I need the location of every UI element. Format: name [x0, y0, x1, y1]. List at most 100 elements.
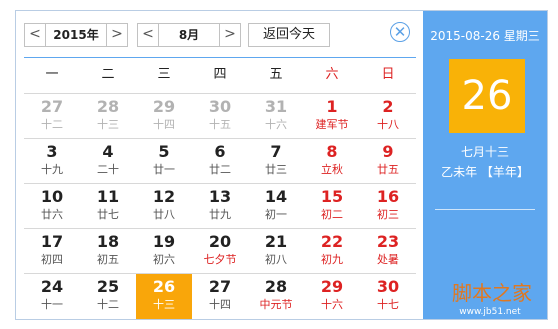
day-cell[interactable]: 13 廿九: [192, 184, 248, 229]
day-cell[interactable]: 17 初四: [24, 229, 80, 274]
day-number: 17: [40, 232, 64, 251]
day-cell[interactable]: 16 初三: [360, 184, 416, 229]
lunar-date: 十八: [377, 118, 399, 131]
day-number: 6: [214, 142, 226, 161]
close-icon[interactable]: ✕: [390, 22, 410, 42]
day-cell[interactable]: 18 初五: [80, 229, 136, 274]
day-cell[interactable]: 30 十七: [360, 274, 416, 319]
day-cell[interactable]: 1 建军节: [304, 94, 360, 139]
day-number: 25: [96, 277, 120, 296]
selected-date-title: 2015-08-26 星期三: [430, 29, 540, 43]
day-cell[interactable]: 2 十八: [360, 94, 416, 139]
day-number: 10: [40, 187, 64, 206]
day-cell[interactable]: 27 十二: [24, 94, 80, 139]
weekday-tue: 二: [101, 67, 115, 82]
day-cell[interactable]: 28 中元节: [248, 274, 304, 319]
day-number: 3: [46, 142, 58, 161]
lunar-date: 七夕节: [203, 253, 237, 266]
lunar-date: 十二: [97, 298, 119, 311]
day-number: 22: [320, 232, 344, 251]
day-number: 19: [152, 232, 176, 251]
day-number: 28: [96, 97, 120, 116]
day-cell[interactable]: 10 廿六: [24, 184, 80, 229]
day-number: 11: [96, 187, 120, 206]
weekday-fri: 五: [269, 67, 283, 82]
panel-divider: [435, 209, 535, 210]
lunar-date: 初五: [97, 253, 119, 266]
lunar-month-day: 七月十三: [460, 145, 509, 159]
day-cell[interactable]: 24 十一: [24, 274, 80, 319]
day-cell[interactable]: 29 十六: [304, 274, 360, 319]
day-number: 24: [40, 277, 64, 296]
watermark-logo: 脚本之家: [452, 281, 532, 305]
day-cell[interactable]: 19 初六: [136, 229, 192, 274]
lunar-date: 十五: [209, 118, 231, 131]
day-cell[interactable]: 25 十二: [80, 274, 136, 319]
lunar-date: 初三: [377, 208, 399, 221]
lunar-date: 初六: [153, 253, 175, 266]
week-row: 24 十一 25 十二 26 十三 27 十四 28 中元节 29 十六 30 十七: [24, 273, 416, 319]
lunar-date: 廿一: [153, 163, 175, 176]
weekday-sat: 六: [325, 67, 339, 82]
next-year-button[interactable]: >: [106, 24, 127, 46]
lunar-date: 初二: [321, 208, 343, 221]
day-number: 16: [376, 187, 400, 206]
year-value[interactable]: 2015年: [46, 24, 106, 46]
lunar-date: 廿二: [209, 163, 231, 176]
day-number: 20: [208, 232, 232, 251]
day-number: 31: [264, 97, 288, 116]
lunar-date: 廿六: [41, 208, 63, 221]
day-number: 27: [40, 97, 64, 116]
day-cell[interactable]: 29 十四: [136, 94, 192, 139]
day-number: 14: [264, 187, 288, 206]
prev-month-button[interactable]: <: [138, 24, 159, 46]
lunar-date: 十一: [41, 298, 63, 311]
lunar-date: 中元节: [259, 298, 293, 311]
weekday-mon: 一: [45, 67, 59, 82]
day-cell[interactable]: 5 廿一: [136, 139, 192, 184]
lunar-date: 廿七: [97, 208, 119, 221]
day-cell[interactable]: 11 廿七: [80, 184, 136, 229]
day-number: 26: [152, 277, 176, 296]
lunar-date: 二十: [97, 163, 119, 176]
day-cell[interactable]: 9 廿五: [360, 139, 416, 184]
day-cell[interactable]: 14 初一: [248, 184, 304, 229]
day-cell[interactable]: 12 廿八: [136, 184, 192, 229]
day-cell[interactable]: 23 处暑: [360, 229, 416, 274]
next-month-button[interactable]: >: [219, 24, 240, 46]
day-cell[interactable]: 6 廿二: [192, 139, 248, 184]
day-number: 4: [102, 142, 114, 161]
month-selector: < 8月 >: [137, 23, 241, 47]
day-number: 29: [320, 277, 344, 296]
day-cell[interactable]: 20 七夕节: [192, 229, 248, 274]
lunar-date: 立秋: [321, 163, 343, 176]
lunar-date: 廿八: [153, 208, 175, 221]
day-number: 12: [152, 187, 176, 206]
selected-day-number: 26: [449, 59, 525, 133]
lunar-date: 廿五: [377, 163, 399, 176]
day-cell[interactable]: 22 初九: [304, 229, 360, 274]
day-cell[interactable]: 28 十三: [80, 94, 136, 139]
day-cell[interactable]: 31 十六: [248, 94, 304, 139]
prev-year-button[interactable]: <: [25, 24, 46, 46]
date-detail-panel: 2015-08-26 星期三 26 七月十三 乙未年 【羊年】 脚本之家 www…: [423, 11, 547, 319]
day-number: 18: [96, 232, 120, 251]
day-cell[interactable]: 3 十九: [24, 139, 80, 184]
back-to-today-button[interactable]: 返回今天: [248, 23, 330, 47]
calendar-widget: < 2015年 > < 8月 > 返回今天 ✕ 一 二 三 四 五 六 日 27…: [15, 10, 548, 320]
day-cell-selected[interactable]: 26 十三: [136, 274, 192, 319]
day-cell[interactable]: 27 十四: [192, 274, 248, 319]
day-cell[interactable]: 21 初八: [248, 229, 304, 274]
day-number: 30: [376, 277, 400, 296]
lunar-date: 十四: [153, 118, 175, 131]
day-cell[interactable]: 7 廿三: [248, 139, 304, 184]
day-number: 29: [152, 97, 176, 116]
day-number: 1: [326, 97, 338, 116]
day-cell[interactable]: 15 初二: [304, 184, 360, 229]
day-cell[interactable]: 8 立秋: [304, 139, 360, 184]
month-value[interactable]: 8月: [159, 24, 219, 46]
day-cell[interactable]: 4 二十: [80, 139, 136, 184]
lunar-date: 十六: [265, 118, 287, 131]
lunar-date: 初九: [321, 253, 343, 266]
day-cell[interactable]: 30 十五: [192, 94, 248, 139]
